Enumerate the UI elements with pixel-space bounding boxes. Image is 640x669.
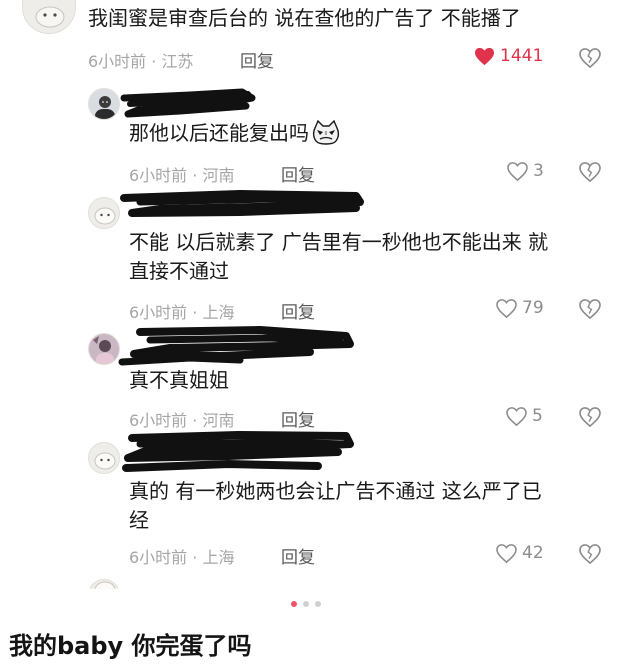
- like-button[interactable]: 5: [506, 406, 543, 426]
- post-caption: 我的baby 你完蛋了吗: [9, 632, 252, 660]
- like-count: 1441: [500, 46, 544, 66]
- like-count: 3: [533, 161, 544, 181]
- comment-meta: 6小时前 · 江苏: [88, 52, 194, 71]
- dislike-broken-heart-icon[interactable]: [579, 544, 601, 564]
- like-button[interactable]: 42: [496, 543, 544, 563]
- avatar[interactable]: [88, 442, 120, 474]
- comment-meta: 6小时前 · 上海: [129, 548, 235, 567]
- avatar[interactable]: [88, 579, 120, 589]
- cat-emoji-icon: [312, 120, 340, 145]
- like-count: 42: [522, 543, 544, 563]
- dislike-broken-heart-icon[interactable]: [579, 162, 601, 182]
- comment-text-line: 那他以后还能复出吗: [129, 121, 309, 145]
- redacted-username: [120, 190, 364, 217]
- heart-icon: [496, 298, 517, 318]
- avatar[interactable]: [88, 88, 120, 120]
- heart-icon: [496, 543, 517, 563]
- pagination-dot[interactable]: [303, 601, 309, 607]
- comment-meta: 6小时前 · 河南: [129, 166, 235, 185]
- pagination-dot[interactable]: [291, 601, 297, 607]
- heart-icon: [475, 47, 494, 65]
- dislike-broken-heart-icon[interactable]: [579, 48, 601, 68]
- comment-text: 我闺蜜是审查后台的 说在查他的广告了 不能播了: [88, 6, 521, 30]
- like-button[interactable]: 79: [496, 298, 544, 318]
- reply-button[interactable]: 回复: [281, 161, 315, 186]
- heart-icon: [506, 406, 527, 426]
- like-count: 5: [532, 406, 543, 426]
- comment-text: 直接不通过: [129, 259, 229, 283]
- like-button[interactable]: 3: [507, 161, 544, 181]
- redacted-username: [118, 326, 354, 366]
- dislike-broken-heart-icon[interactable]: [579, 407, 601, 427]
- avatar[interactable]: [22, 0, 76, 34]
- reply-button[interactable]: 回复: [281, 543, 315, 568]
- redacted-username: [122, 431, 354, 472]
- heart-icon: [507, 161, 528, 181]
- dislike-broken-heart-icon[interactable]: [579, 299, 601, 319]
- comment-text: 那他以后还能复出吗: [129, 118, 341, 148]
- like-count: 79: [522, 298, 544, 318]
- comment-text: 不能 以后就素了 广告里有一秒他也不能出来 就: [129, 230, 549, 254]
- comment-text: 真的 有一秒她两也会让广告不通过 这么严了已: [129, 479, 542, 503]
- reply-button[interactable]: 回复: [240, 47, 274, 72]
- pagination-dots[interactable]: [291, 601, 321, 607]
- comment-text: 经: [129, 508, 149, 532]
- avatar[interactable]: [88, 197, 120, 229]
- comment-text: 真不真姐姐: [129, 368, 229, 392]
- pagination-dot[interactable]: [315, 601, 321, 607]
- like-button[interactable]: 1441: [474, 46, 543, 66]
